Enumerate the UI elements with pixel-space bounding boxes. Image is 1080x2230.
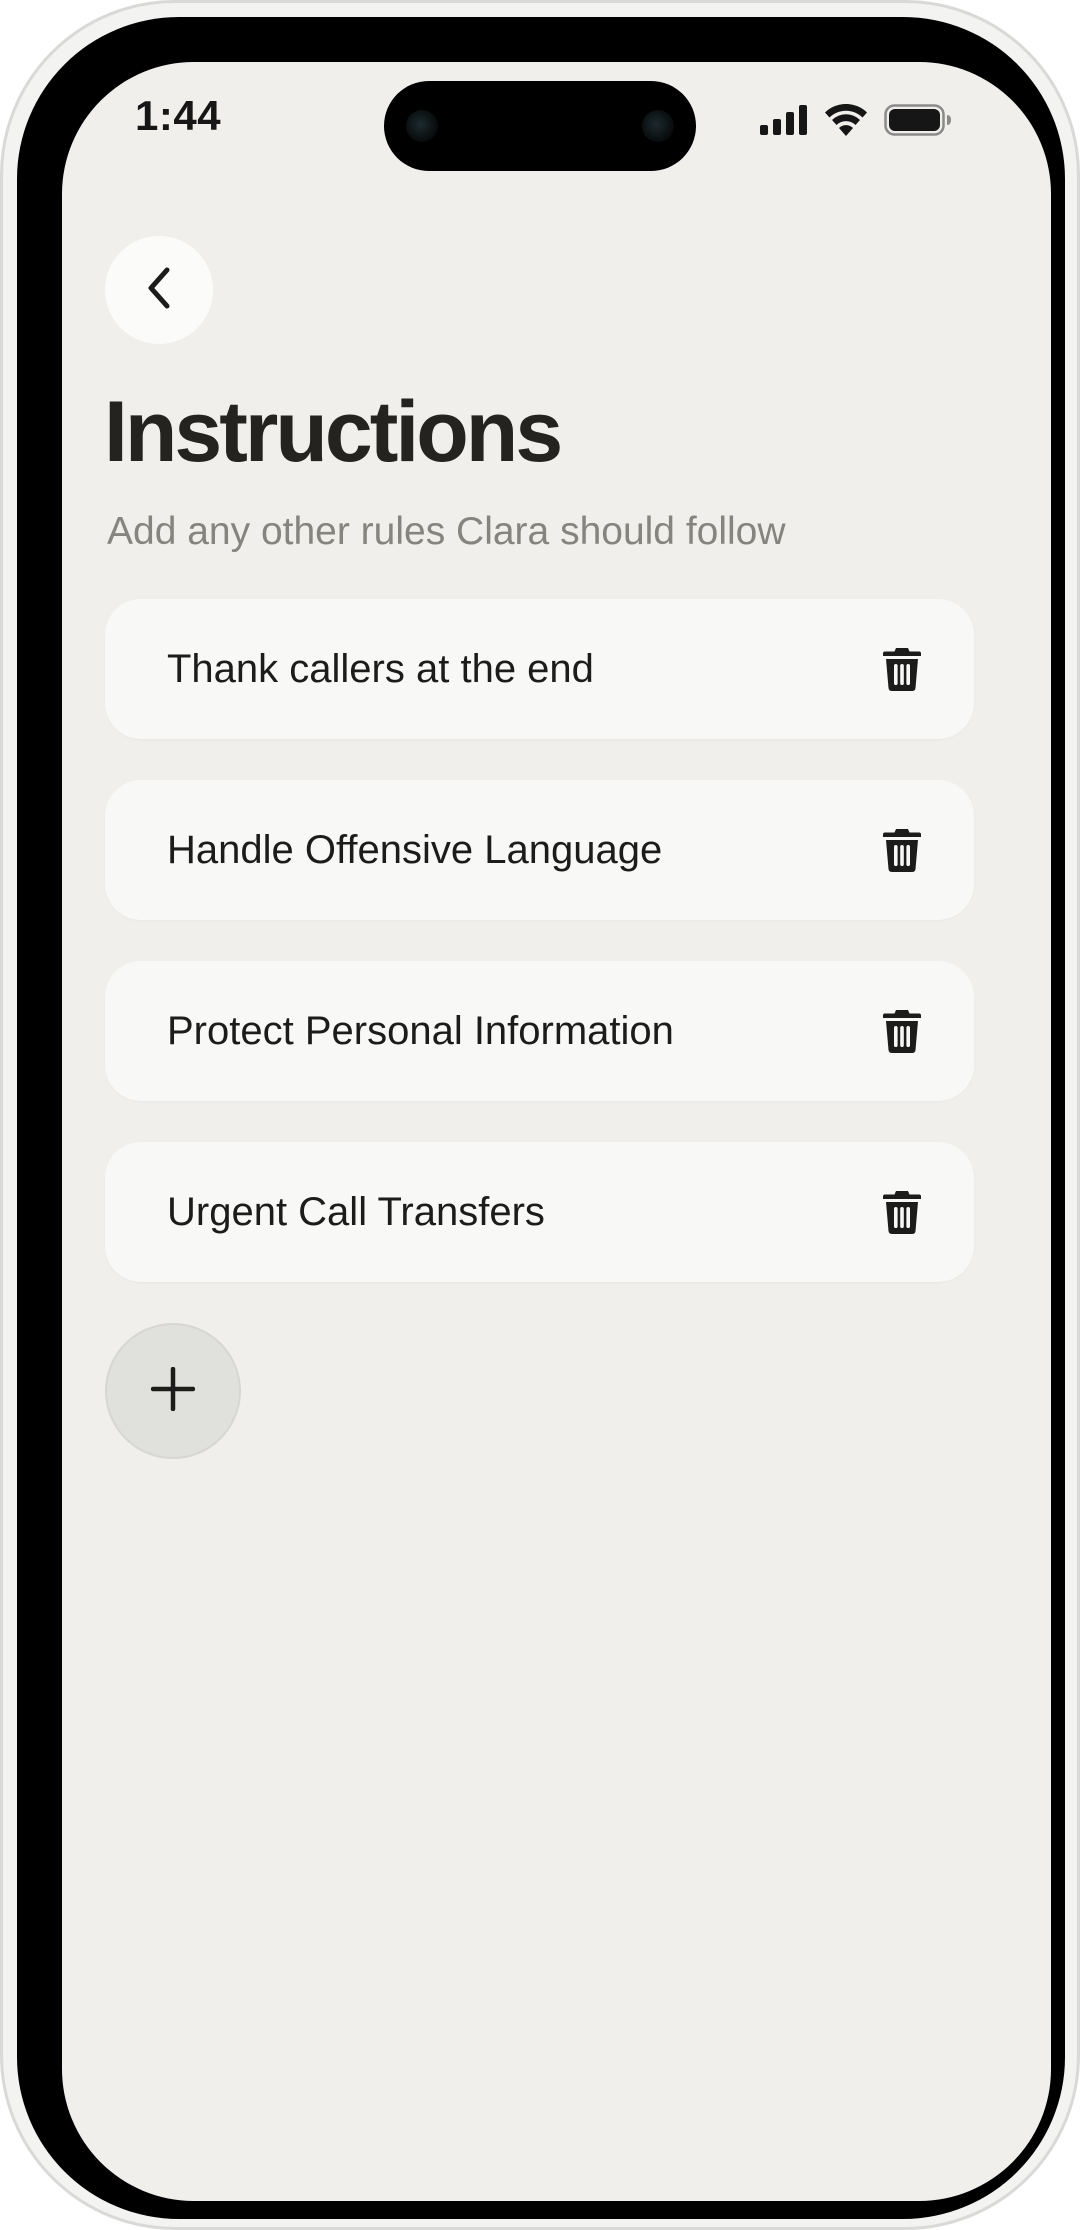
add-rule-button[interactable] bbox=[105, 1323, 241, 1459]
dynamic-island bbox=[384, 81, 696, 171]
rule-item[interactable]: Protect Personal Information bbox=[105, 961, 974, 1101]
rule-item[interactable]: Handle Offensive Language bbox=[105, 780, 974, 920]
delete-rule-button[interactable] bbox=[870, 999, 934, 1063]
wifi-icon bbox=[824, 103, 868, 141]
page-title: Instructions bbox=[104, 384, 563, 480]
back-button[interactable] bbox=[105, 236, 213, 344]
plus-icon bbox=[150, 1366, 196, 1416]
rule-label[interactable]: Urgent Call Transfers bbox=[167, 1142, 545, 1282]
delete-rule-button[interactable] bbox=[870, 818, 934, 882]
rule-item[interactable]: Urgent Call Transfers bbox=[105, 1142, 974, 1282]
delete-rule-button[interactable] bbox=[870, 1180, 934, 1244]
chevron-left-icon bbox=[139, 264, 179, 317]
battery-icon bbox=[884, 104, 952, 141]
status-time: 1:44 bbox=[135, 92, 222, 139]
trash-icon bbox=[883, 1010, 921, 1053]
sensor-icon bbox=[642, 110, 674, 142]
page-subtitle: Add any other rules Clara should follow bbox=[107, 510, 786, 553]
trash-icon bbox=[883, 829, 921, 872]
cellular-signal-icon bbox=[760, 105, 808, 140]
delete-rule-button[interactable] bbox=[870, 637, 934, 701]
camera-lens-icon bbox=[406, 110, 438, 142]
rule-list: Thank callers at the end Handle Offensiv… bbox=[105, 599, 974, 1323]
rule-item[interactable]: Thank callers at the end bbox=[105, 599, 974, 739]
rule-label[interactable]: Protect Personal Information bbox=[167, 961, 674, 1101]
rule-label[interactable]: Thank callers at the end bbox=[167, 599, 594, 739]
rule-label[interactable]: Handle Offensive Language bbox=[167, 780, 662, 920]
status-icons bbox=[760, 103, 952, 141]
trash-icon bbox=[883, 1191, 921, 1234]
trash-icon bbox=[883, 648, 921, 691]
